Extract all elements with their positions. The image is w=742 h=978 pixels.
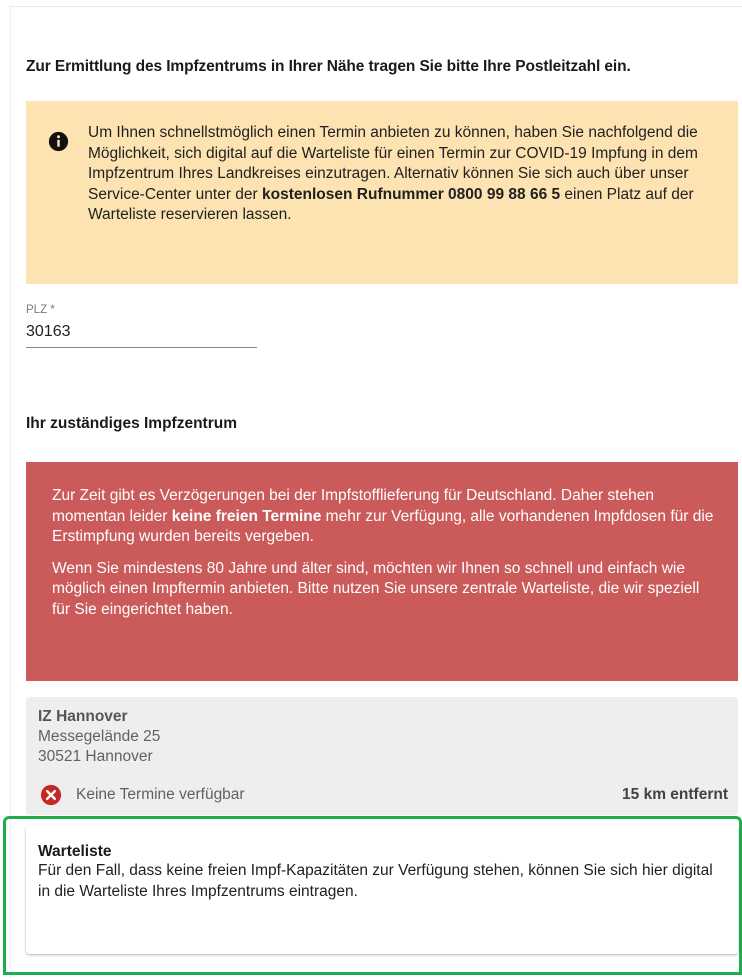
info-notice-text: Um Ihnen schnellstmöglich einen Termin a… [88,123,718,226]
info-icon [48,131,69,152]
availability-status: Keine Termine verfügbar [76,786,245,803]
center-distance: 15 km entfernt [622,786,728,803]
waitlist-description: Für den Fall, dass keine freien Impf-Kap… [38,862,713,900]
waitlist-title: Warteliste [38,843,112,860]
alert-p1-bold: keine freien Termine [171,507,322,525]
waitlist-card[interactable]: Warteliste Für den Fall, dass keine frei… [26,826,738,954]
error-x-icon [40,784,62,806]
center-city: 30521 Hannover [38,748,153,765]
vaccination-center-card[interactable]: IZ Hannover Messegelände 25 30521 Hannov… [26,697,738,815]
plz-label: PLZ * [26,304,55,316]
availability-status-row: Keine Termine verfügbar 15 km entfernt [38,783,728,807]
section-title-vaccination-center: Ihr zuständiges Impfzentrum [26,415,237,432]
hotline-number: kostenlosen Rufnummer 0800 99 88 66 5 [262,185,561,203]
center-name: IZ Hannover [38,708,128,725]
page: Zur Ermittlung des Impfzentrums in Ihrer… [0,0,742,978]
delay-alert-box: Zur Zeit gibt es Verzögerungen bei der I… [26,462,738,681]
plz-field: PLZ * [26,304,257,348]
intro-text: Zur Ermittlung des Impfzentrums in Ihrer… [26,58,631,75]
alert-paragraph-2: Wenn Sie mindestens 80 Jahre und älter s… [52,559,700,618]
frame-top-border [10,6,742,7]
plz-input[interactable] [26,323,257,348]
info-notice-box: Um Ihnen schnellstmöglich einen Termin a… [26,101,738,284]
alert-paragraph-1: Zur Zeit gibt es Verzögerungen bei der I… [52,486,716,548]
center-street: Messegelände 25 [38,728,161,745]
